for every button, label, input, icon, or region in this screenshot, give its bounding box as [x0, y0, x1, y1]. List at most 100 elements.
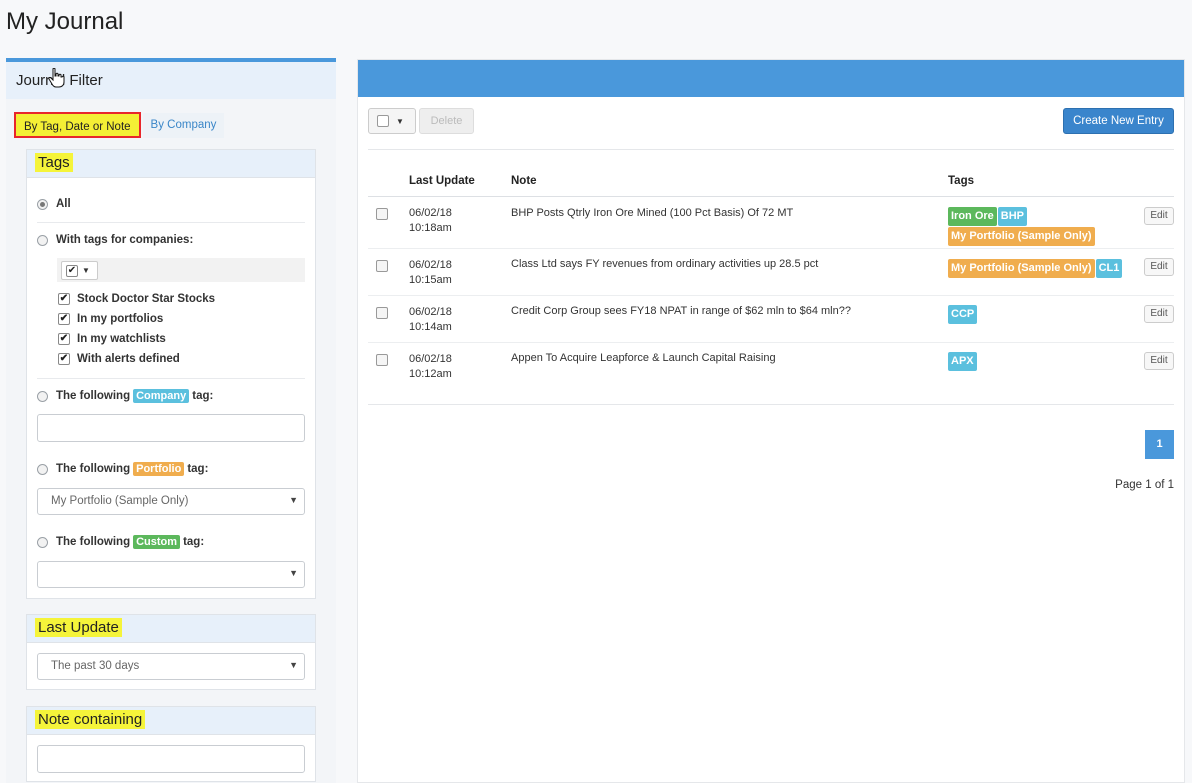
last-update-heading: Last Update: [35, 618, 122, 637]
edit-button[interactable]: Edit: [1144, 352, 1174, 370]
table-row: 06/02/18 10:18am BHP Posts Qtrly Iron Or…: [368, 197, 1174, 249]
select-all-dropdown[interactable]: ✔ ▼: [61, 261, 98, 280]
caret-down-icon: ▼: [82, 266, 90, 275]
tag-badge[interactable]: Iron Ore: [948, 207, 997, 226]
row-date-day: 06/02/18: [409, 306, 452, 318]
portfolio-selected-value: My Portfolio (Sample Only): [51, 495, 189, 507]
row-date-day: 06/02/18: [409, 207, 452, 219]
delete-button[interactable]: Delete: [419, 108, 474, 134]
column-header-note[interactable]: Note: [511, 175, 537, 187]
tab-by-tag-date-note[interactable]: By Tag, Date or Note: [14, 112, 141, 138]
radio-portfolio-tag[interactable]: The following Portfolio tag:: [37, 462, 208, 476]
row-note[interactable]: Class Ltd says FY revenues from ordinary…: [511, 258, 818, 270]
row-checkbox[interactable]: [376, 307, 388, 319]
radio-button[interactable]: [37, 463, 48, 475]
last-update-section: Last Update The past 30 days ▼: [26, 614, 316, 690]
radio-label-prefix: The following: [56, 390, 131, 402]
checkbox[interactable]: ✔: [58, 333, 70, 345]
row-date-time: 10:14am: [409, 321, 452, 333]
divider: [37, 378, 305, 379]
row-checkbox[interactable]: [376, 354, 388, 366]
row-note[interactable]: Appen To Acquire Leapforce & Launch Capi…: [511, 352, 776, 364]
row-note[interactable]: Credit Corp Group sees FY18 NPAT in rang…: [511, 305, 851, 317]
custom-tag-select[interactable]: ▼: [37, 561, 305, 588]
radio-custom-tag[interactable]: The following Custom tag:: [37, 535, 204, 549]
row-date: 06/02/18 10:15am: [409, 258, 452, 288]
radio-button[interactable]: [37, 536, 48, 548]
option-star-stocks[interactable]: ✔ Stock Doctor Star Stocks: [58, 293, 215, 305]
last-update-select[interactable]: The past 30 days ▼: [37, 653, 305, 680]
row-note[interactable]: BHP Posts Qtrly Iron Ore Mined (100 Pct …: [511, 207, 793, 219]
row-date-day: 06/02/18: [409, 259, 452, 271]
note-containing-section: Note containing: [26, 706, 316, 782]
select-all-dropdown[interactable]: ▼: [368, 108, 416, 134]
row-date-time: 10:18am: [409, 222, 452, 234]
caret-down-icon: ▼: [289, 495, 298, 505]
tags-section: Tags All With tags for companies: ✔ ▼ ✔ …: [26, 149, 316, 599]
row-date-time: 10:15am: [409, 274, 452, 286]
option-label: In my portfolios: [77, 313, 164, 325]
caret-down-icon: ▼: [289, 568, 298, 578]
radio-button[interactable]: [37, 234, 48, 246]
column-header-tags[interactable]: Tags: [948, 175, 974, 187]
pagination-info: Page 1 of 1: [1115, 479, 1174, 491]
note-search-input[interactable]: [37, 745, 305, 773]
option-label: With alerts defined: [77, 353, 180, 365]
portfolio-tag-select[interactable]: My Portfolio (Sample Only) ▼: [37, 488, 305, 515]
tag-badge[interactable]: CL1: [1095, 259, 1123, 278]
tag-badge[interactable]: APX: [948, 352, 977, 371]
tag-badge[interactable]: My Portfolio (Sample Only): [948, 227, 1095, 246]
table-row: 06/02/18 10:12am Appen To Acquire Leapfo…: [368, 344, 1174, 390]
edit-button[interactable]: Edit: [1144, 207, 1174, 225]
note-containing-heading: Note containing: [35, 710, 146, 729]
radio-button[interactable]: [37, 198, 48, 210]
tag-badge[interactable]: My Portfolio (Sample Only): [948, 259, 1095, 278]
radio-all-label: All: [56, 198, 71, 210]
edit-button[interactable]: Edit: [1144, 258, 1174, 276]
row-date: 06/02/18 10:12am: [409, 352, 452, 382]
tag-badge[interactable]: CCP: [948, 305, 978, 324]
row-checkbox[interactable]: [376, 208, 388, 220]
edit-button[interactable]: Edit: [1144, 305, 1174, 323]
journal-filter-panel: Journal Filter By Tag, Date or Note By C…: [6, 58, 336, 783]
last-update-selected-value: The past 30 days: [51, 660, 140, 672]
tag-badge[interactable]: BHP: [997, 207, 1028, 226]
checkbox[interactable]: ✔: [58, 353, 70, 365]
option-alerts-defined[interactable]: ✔ With alerts defined: [58, 353, 180, 365]
filter-tabs: By Tag, Date or Note By Company: [14, 110, 225, 138]
radio-company-tag[interactable]: The following Company tag:: [37, 389, 213, 403]
divider: [368, 149, 1174, 150]
note-containing-header: Note containing: [27, 707, 315, 735]
checkbox[interactable]: ✔: [58, 293, 70, 305]
column-header-last-update[interactable]: Last Update: [409, 175, 475, 187]
option-label: Stock Doctor Star Stocks: [77, 293, 216, 305]
caret-down-icon: ▼: [396, 116, 404, 126]
radio-label-prefix: The following: [56, 536, 131, 548]
radio-label-suffix: tag:: [187, 463, 209, 475]
row-tags: Iron Ore BHP My Portfolio (Sample Only): [948, 206, 1128, 246]
radio-all[interactable]: All: [37, 198, 71, 210]
option-in-portfolios[interactable]: ✔ In my portfolios: [58, 313, 163, 325]
caret-down-icon: ▼: [289, 660, 298, 670]
company-tag-input[interactable]: [37, 414, 305, 442]
tab-by-company[interactable]: By Company: [142, 113, 225, 138]
row-date-time: 10:12am: [409, 368, 452, 380]
row-tags: My Portfolio (Sample Only) CL1: [948, 258, 1128, 278]
radio-button[interactable]: [37, 390, 48, 402]
option-in-watchlists[interactable]: ✔ In my watchlists: [58, 333, 166, 345]
radio-companies[interactable]: With tags for companies:: [37, 234, 193, 246]
panel-header-bar: [358, 60, 1184, 97]
row-checkbox[interactable]: [376, 260, 388, 272]
checkbox[interactable]: ✔: [58, 313, 70, 325]
divider: [37, 222, 305, 223]
portfolio-badge: Portfolio: [133, 462, 185, 476]
journal-entries-panel: ▼ Delete Create New Entry Last Update No…: [357, 59, 1185, 783]
row-tags: APX: [948, 351, 1128, 371]
row-date-day: 06/02/18: [409, 353, 452, 365]
checkbox-icon: [377, 115, 389, 127]
radio-companies-label: With tags for companies:: [56, 234, 194, 246]
page-title: My Journal: [6, 8, 124, 35]
pagination-page-1[interactable]: 1: [1145, 430, 1174, 459]
create-new-entry-button[interactable]: Create New Entry: [1063, 108, 1174, 134]
company-badge: Company: [133, 389, 190, 403]
